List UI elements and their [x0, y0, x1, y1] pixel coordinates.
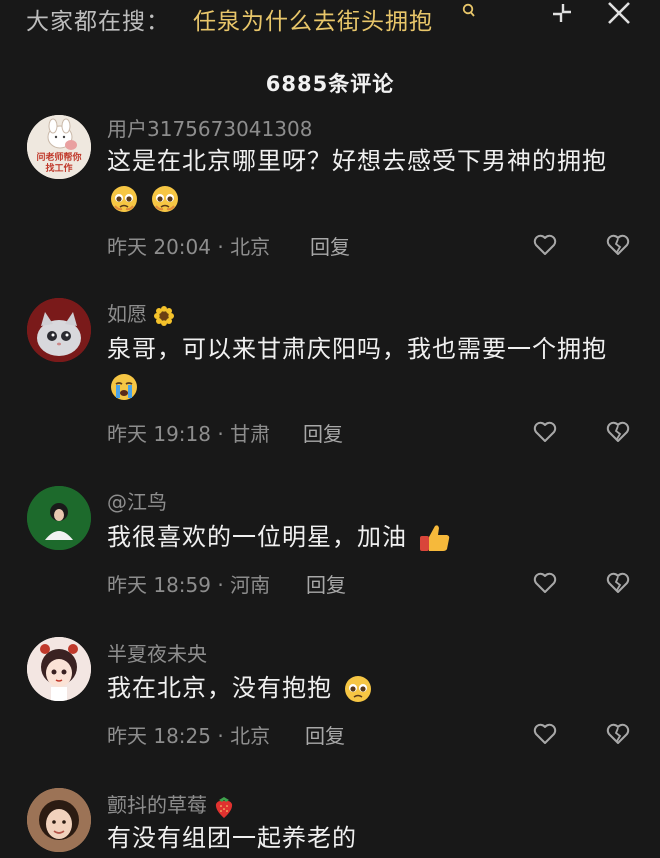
- avatar-caption: 问老师帮你找工作: [36, 153, 82, 174]
- comment-username[interactable]: 用户3175673041308: [107, 113, 312, 142]
- comment-text-block: 泉哥，可以来甘肃庆阳吗，我也需要一个拥抱: [107, 331, 627, 405]
- close-icon[interactable]: [606, 0, 632, 26]
- username-text: 如愿: [107, 302, 147, 326]
- like-icon[interactable]: [532, 232, 558, 258]
- cat-avatar-icon: [27, 298, 91, 362]
- pleading-face-emoji: [151, 186, 178, 212]
- dislike-icon[interactable]: [605, 232, 631, 258]
- reply-button[interactable]: 回复: [310, 231, 350, 260]
- comment-text-block: 我很喜欢的一位明星，加油: [107, 519, 627, 556]
- reply-button[interactable]: 回复: [306, 569, 346, 598]
- avatar[interactable]: [27, 486, 91, 550]
- comment-username[interactable]: 颤抖的草莓: [107, 789, 235, 819]
- pleading-face-emoji: [344, 676, 371, 702]
- comment-count: 6885条评论: [265, 72, 395, 96]
- dislike-icon[interactable]: [605, 570, 631, 596]
- comment-username[interactable]: 半夏夜未央: [107, 638, 207, 667]
- reply-button[interactable]: 回复: [305, 720, 345, 749]
- comment-text-block: 我在北京，没有抱抱: [107, 670, 627, 707]
- person-avatar-icon: [27, 486, 91, 550]
- reply-button[interactable]: 回复: [303, 418, 343, 447]
- comment-text-block: 有没有组团一起养老的: [107, 820, 627, 857]
- avatar[interactable]: [27, 298, 91, 362]
- search-prefix: 大家都在搜：: [26, 9, 170, 35]
- avatar[interactable]: 问老师帮你找工作: [27, 115, 91, 179]
- comment-text-block: 这是在北京哪里呀？好想去感受下男神的拥抱: [107, 143, 627, 217]
- like-icon[interactable]: [532, 419, 558, 445]
- comment-meta: 昨天 18:59 · 河南: [107, 573, 271, 597]
- comment-text: 这是在北京哪里呀？好想去感受下男神的拥抱: [107, 147, 607, 175]
- collapse-icon[interactable]: [549, 0, 575, 26]
- thumbs-up-emoji: [419, 525, 449, 551]
- comment-meta: 昨天 19:18 · 甘肃: [107, 422, 271, 446]
- strawberry-emoji: [216, 796, 233, 818]
- comment-username[interactable]: @江鸟: [107, 486, 167, 515]
- comment-text: 泉哥，可以来甘肃庆阳吗，我也需要一个拥抱: [107, 335, 607, 363]
- sunflower-emoji: [154, 305, 175, 326]
- top-search-bar: 大家都在搜： 任泉为什么去街头拥抱: [0, 0, 660, 40]
- comment-meta: 昨天 20:04 · 北京: [107, 235, 271, 259]
- like-icon[interactable]: [532, 570, 558, 596]
- search-icon[interactable]: [462, 3, 476, 19]
- comment-text: 我很喜欢的一位明星，加油: [107, 523, 407, 551]
- girl-avatar-icon: [27, 637, 91, 701]
- dislike-icon[interactable]: [605, 721, 631, 747]
- comment-username[interactable]: 如愿: [107, 298, 175, 327]
- comment-meta: 昨天 18:25 · 北京: [107, 724, 271, 748]
- avatar[interactable]: [27, 637, 91, 701]
- like-icon[interactable]: [532, 721, 558, 747]
- dislike-icon[interactable]: [605, 419, 631, 445]
- pleading-face-emoji: [111, 186, 137, 212]
- comment-text: 我在北京，没有抱抱: [107, 674, 332, 702]
- username-text: 颤抖的草莓: [107, 793, 207, 817]
- comment-text: 有没有组团一起养老的: [107, 824, 357, 852]
- woman-avatar-icon: [27, 788, 91, 852]
- search-query-link[interactable]: 任泉为什么去街头拥抱: [193, 2, 433, 36]
- avatar[interactable]: [27, 788, 91, 852]
- crying-face-emoji: [111, 374, 137, 400]
